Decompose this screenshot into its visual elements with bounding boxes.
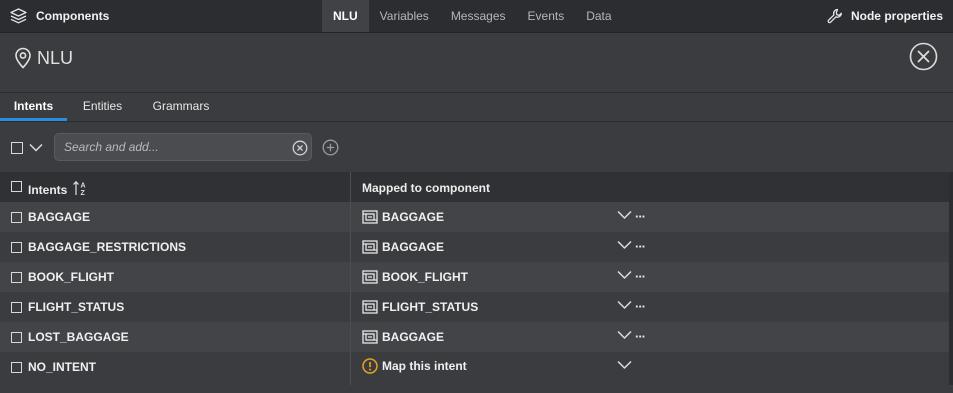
- chevron-down-icon[interactable]: [617, 210, 632, 220]
- component-name: BOOK_FLIGHT: [382, 270, 468, 284]
- component-icon: [362, 330, 378, 344]
- tab-intents[interactable]: Intents: [0, 93, 67, 121]
- chevron-down-icon[interactable]: [617, 330, 632, 340]
- mapped-column-header: Mapped to component: [362, 181, 490, 195]
- chevron-down-icon[interactable]: [617, 240, 632, 250]
- component-icon: [362, 210, 378, 224]
- tab-events[interactable]: Events: [517, 0, 576, 32]
- node-properties-button[interactable]: Node properties: [827, 0, 943, 32]
- table-row[interactable]: BOOK_FLIGHT BOOK_FLIGHT ···: [0, 262, 953, 292]
- top-bar: Components NLU Variables Messages Events…: [0, 0, 953, 33]
- row-checkbox[interactable]: [11, 212, 22, 223]
- component-icon: [362, 300, 378, 314]
- svg-text:Z: Z: [81, 190, 86, 196]
- component-name: BAGGAGE: [382, 210, 445, 224]
- row-checkbox[interactable]: [11, 362, 22, 373]
- more-options-icon[interactable]: ···: [635, 239, 646, 254]
- tab-messages[interactable]: Messages: [440, 0, 517, 32]
- component-name: FLIGHT_STATUS: [382, 300, 479, 314]
- tab-grammars[interactable]: Grammars: [142, 93, 220, 121]
- more-options-icon[interactable]: ···: [635, 269, 646, 284]
- component-icon: [362, 270, 378, 284]
- page-title-text: NLU: [37, 47, 74, 68]
- layers-icon: [10, 8, 27, 24]
- row-checkbox[interactable]: [11, 272, 22, 283]
- nlu-tabs: Intents Entities Grammars: [0, 93, 953, 122]
- chevron-down-icon[interactable]: [617, 270, 632, 280]
- component-name: Map this intent: [382, 359, 467, 373]
- node-properties-label: Node properties: [850, 9, 943, 23]
- table-header: Intents A Z Mapped to component: [0, 172, 953, 202]
- table-row[interactable]: BAGGAGE BAGGAGE ···: [0, 202, 953, 232]
- node-header: NLU: [0, 33, 953, 93]
- intents-toolbar: [0, 122, 953, 172]
- mapped-component[interactable]: BAGGAGE: [362, 322, 444, 352]
- mapped-component[interactable]: BOOK_FLIGHT: [362, 262, 468, 292]
- more-options-icon[interactable]: ···: [635, 209, 646, 224]
- search-input[interactable]: [64, 139, 284, 155]
- tab-nlu[interactable]: NLU: [322, 0, 369, 32]
- search-box: [54, 133, 312, 161]
- warning-icon: [362, 358, 378, 374]
- select-all-checkbox[interactable]: [11, 142, 23, 154]
- top-tabs: NLU Variables Messages Events Data: [322, 0, 623, 32]
- intent-name: BAGGAGE: [28, 210, 91, 224]
- table-row[interactable]: LOST_BAGGAGE BAGGAGE ···: [0, 322, 953, 352]
- mapped-component[interactable]: FLIGHT_STATUS: [362, 292, 478, 322]
- components-menu[interactable]: Components: [10, 0, 109, 32]
- table-row[interactable]: FLIGHT_STATUS FLIGHT_STATUS ···: [0, 292, 953, 322]
- sort-icon[interactable]: A Z: [72, 180, 88, 196]
- intents-column-header[interactable]: Intents A Z: [28, 180, 88, 197]
- component-icon: [362, 240, 378, 254]
- row-checkbox[interactable]: [11, 332, 22, 343]
- mapped-component[interactable]: BAGGAGE: [362, 202, 444, 232]
- clear-search-icon[interactable]: [292, 140, 308, 156]
- wrench-icon: [827, 8, 842, 24]
- intents-table: Intents A Z Mapped to component BAGGAGE B…: [0, 172, 953, 385]
- tab-data[interactable]: Data: [575, 0, 622, 32]
- tab-entities[interactable]: Entities: [71, 93, 134, 121]
- table-row[interactable]: NO_INTENT Map this intent: [0, 352, 953, 382]
- add-circle-icon[interactable]: [322, 139, 339, 156]
- column-divider: [350, 172, 351, 385]
- chevron-down-icon[interactable]: [617, 300, 632, 310]
- intents-column-label: Intents: [28, 183, 68, 197]
- table-row[interactable]: BAGGAGE_RESTRICTIONS BAGGAGE ···: [0, 232, 953, 262]
- component-name: BAGGAGE: [382, 240, 445, 254]
- scrollbar-track[interactable]: [949, 172, 953, 385]
- intent-name: BAGGAGE_RESTRICTIONS: [28, 240, 187, 254]
- header-checkbox[interactable]: [11, 181, 22, 192]
- row-checkbox[interactable]: [11, 302, 22, 313]
- intent-name: FLIGHT_STATUS: [28, 300, 125, 314]
- component-name: BAGGAGE: [382, 330, 445, 344]
- brand-label: Components: [36, 9, 110, 23]
- map-intent-link[interactable]: Map this intent: [362, 351, 467, 381]
- more-options-icon[interactable]: ···: [635, 299, 646, 314]
- intent-name: NO_INTENT: [28, 360, 97, 374]
- intent-name: LOST_BAGGAGE: [28, 330, 129, 344]
- tab-variables[interactable]: Variables: [369, 0, 440, 32]
- intent-name: BOOK_FLIGHT: [28, 270, 114, 284]
- close-icon[interactable]: [909, 42, 938, 71]
- location-pin-icon: [15, 47, 31, 69]
- mapped-component[interactable]: BAGGAGE: [362, 232, 444, 262]
- row-checkbox[interactable]: [11, 242, 22, 253]
- chevron-down-icon[interactable]: [617, 360, 632, 370]
- more-options-icon[interactable]: ···: [635, 329, 646, 344]
- page-title: NLU: [13, 47, 73, 69]
- chevron-down-icon[interactable]: [29, 143, 43, 152]
- svg-text:A: A: [81, 183, 86, 190]
